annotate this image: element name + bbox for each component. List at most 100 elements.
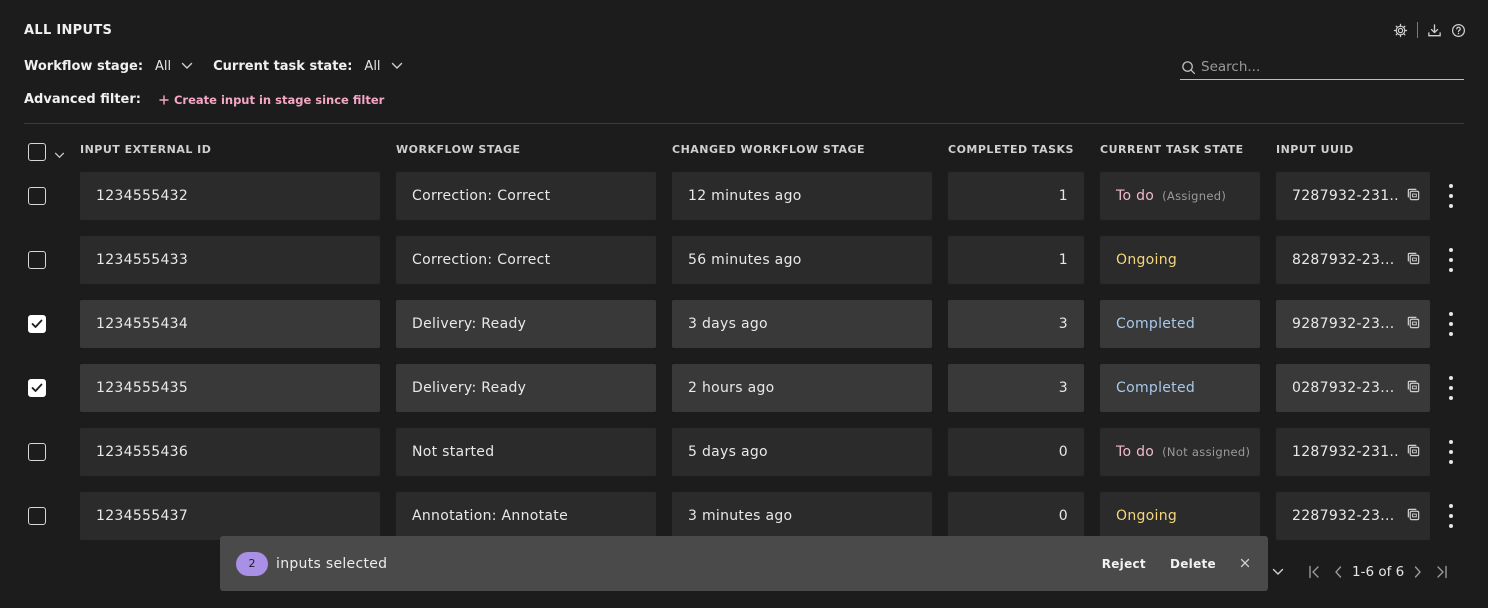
workflow-stage: Correction: Correct xyxy=(412,252,551,268)
uuid: 0287932-23... xyxy=(1292,380,1395,396)
table-row[interactable]: 1234555434 Delivery: Ready 3 days ago 3 Comp… xyxy=(0,300,1488,348)
changed-stage-cell: 3 days ago xyxy=(672,300,932,348)
changed-stage: 3 days ago xyxy=(688,316,768,332)
column-header-completed-tasks[interactable]: COMPLETED TASKS xyxy=(948,143,1074,156)
row-checkbox[interactable] xyxy=(28,379,46,397)
uuid: 2287932-23... xyxy=(1292,508,1395,524)
more-options-icon[interactable] xyxy=(1444,310,1458,338)
completed-tasks-cell: 1 xyxy=(948,236,1084,284)
rows-per-page-chevron-icon[interactable] xyxy=(1272,568,1284,576)
completed-tasks-cell: 3 xyxy=(948,364,1084,412)
workflow-stage-cell: Annotation: Annotate xyxy=(396,492,656,540)
chevron-down-icon[interactable] xyxy=(54,147,65,163)
workflow-stage: Annotation: Annotate xyxy=(412,508,569,524)
workflow-stage-cell: Correction: Correct xyxy=(396,236,656,284)
task-state: Ongoing xyxy=(1116,508,1178,524)
close-icon[interactable] xyxy=(1240,556,1250,572)
completed-tasks-cell: 0 xyxy=(948,492,1084,540)
column-header-external-id[interactable]: INPUT EXTERNAL ID xyxy=(80,143,211,156)
more-options-icon[interactable] xyxy=(1444,502,1458,530)
workflow-stage-select[interactable]: All xyxy=(155,59,171,74)
column-header-workflow-stage[interactable]: WORKFLOW STAGE xyxy=(396,143,521,156)
search-input[interactable]: Search... xyxy=(1201,59,1260,75)
page-title: ALL INPUTS xyxy=(24,23,113,38)
copy-icon[interactable] xyxy=(1406,315,1421,334)
page-range: 1-6 of 6 xyxy=(1352,564,1405,580)
gear-icon[interactable] xyxy=(1393,23,1408,38)
row-checkbox[interactable] xyxy=(28,315,46,333)
chevron-down-icon[interactable] xyxy=(181,59,193,74)
uuid-cell: 1287932-231... xyxy=(1276,428,1430,476)
table-row[interactable]: 1234555437 Annotation: Annotate 3 minutes … xyxy=(0,492,1488,540)
changed-stage-cell: 56 minutes ago xyxy=(672,236,932,284)
changed-stage-cell: 2 hours ago xyxy=(672,364,932,412)
uuid: 1287932-231... xyxy=(1292,444,1398,460)
task-state-cell: Completed xyxy=(1100,364,1260,412)
create-filter-link[interactable]: Create input in stage since filter xyxy=(159,93,384,107)
row-checkbox[interactable] xyxy=(28,251,46,269)
copy-icon[interactable] xyxy=(1406,379,1421,398)
delete-button[interactable]: Delete xyxy=(1170,557,1216,571)
advanced-filter-label: Advanced filter: xyxy=(24,92,141,107)
uuid: 7287932-231... xyxy=(1292,188,1398,204)
workflow-stage-cell: Not started xyxy=(396,428,656,476)
copy-icon[interactable] xyxy=(1406,187,1421,206)
table-row[interactable]: 1234555433 Correction: Correct 56 minutes … xyxy=(0,236,1488,284)
select-all-group xyxy=(28,143,46,161)
row-checkbox[interactable] xyxy=(28,187,46,205)
more-options-icon[interactable] xyxy=(1444,374,1458,402)
selection-text: inputs selected xyxy=(276,555,388,572)
uuid-cell: 8287932-23... xyxy=(1276,236,1430,284)
more-options-icon[interactable] xyxy=(1444,182,1458,210)
copy-icon[interactable] xyxy=(1406,507,1421,526)
create-filter-label: Create input in stage since filter xyxy=(173,92,385,107)
column-header-uuid[interactable]: INPUT UUID xyxy=(1276,143,1354,156)
table-row[interactable]: 1234555432 Correction: Correct 12 minutes … xyxy=(0,172,1488,220)
column-header-task-state[interactable]: CURRENT TASK STATE xyxy=(1100,143,1244,156)
task-state: To do xyxy=(1116,188,1155,204)
prev-page-icon[interactable] xyxy=(1334,565,1342,579)
column-header-changed-stage[interactable]: CHANGED WORKFLOW STAGE xyxy=(672,143,865,156)
plus-icon xyxy=(159,94,169,105)
workflow-stage: Delivery: Ready xyxy=(412,316,527,332)
changed-stage: 56 minutes ago xyxy=(688,252,802,268)
completed-tasks: 0 xyxy=(1058,508,1068,524)
table-row[interactable]: 1234555436 Not started 5 days ago 0 To do (No… xyxy=(0,428,1488,476)
filter-bar: Workflow stage: All Current task state: … xyxy=(24,59,423,74)
selection-count-badge: 2 xyxy=(236,551,268,576)
workflow-stage: Delivery: Ready xyxy=(412,380,527,396)
uuid: 9287932-23... xyxy=(1292,316,1395,332)
last-page-icon[interactable] xyxy=(1436,565,1448,579)
workflow-stage-cell: Correction: Correct xyxy=(396,172,656,220)
task-state: Completed xyxy=(1116,380,1196,396)
table-row[interactable]: 1234555435 Delivery: Ready 2 hours ago 3 Com… xyxy=(0,364,1488,412)
advanced-filter: Advanced filter: Create input in stage s… xyxy=(24,92,384,107)
changed-stage: 2 hours ago xyxy=(688,380,775,396)
copy-icon[interactable] xyxy=(1406,443,1421,462)
task-state-cell: Ongoing xyxy=(1100,492,1260,540)
reject-button[interactable]: Reject xyxy=(1102,557,1146,571)
download-icon[interactable] xyxy=(1427,23,1442,38)
chevron-down-icon[interactable] xyxy=(391,59,403,74)
task-state-cell: Completed xyxy=(1100,300,1260,348)
pagination: 1-6 of 6 xyxy=(1272,564,1448,580)
more-options-icon[interactable] xyxy=(1444,438,1458,466)
next-page-icon[interactable] xyxy=(1414,565,1422,579)
search-icon xyxy=(1182,60,1196,74)
external-id-cell: 1234555433 xyxy=(80,236,380,284)
copy-icon[interactable] xyxy=(1406,251,1421,270)
search-box[interactable]: Search... xyxy=(1180,55,1464,80)
row-checkbox[interactable] xyxy=(28,443,46,461)
workflow-stage: Not started xyxy=(412,444,495,460)
task-state-label: Current task state: xyxy=(213,59,353,74)
task-state-select[interactable]: All xyxy=(364,59,380,74)
select-all-checkbox[interactable] xyxy=(28,143,46,161)
external-id-cell: 1234555434 xyxy=(80,300,380,348)
uuid-cell: 0287932-23... xyxy=(1276,364,1430,412)
first-page-icon[interactable] xyxy=(1308,565,1320,579)
completed-tasks-cell: 1 xyxy=(948,172,1084,220)
row-checkbox[interactable] xyxy=(28,507,46,525)
more-options-icon[interactable] xyxy=(1444,246,1458,274)
help-icon[interactable] xyxy=(1451,23,1466,38)
task-state-cell: Ongoing xyxy=(1100,236,1260,284)
